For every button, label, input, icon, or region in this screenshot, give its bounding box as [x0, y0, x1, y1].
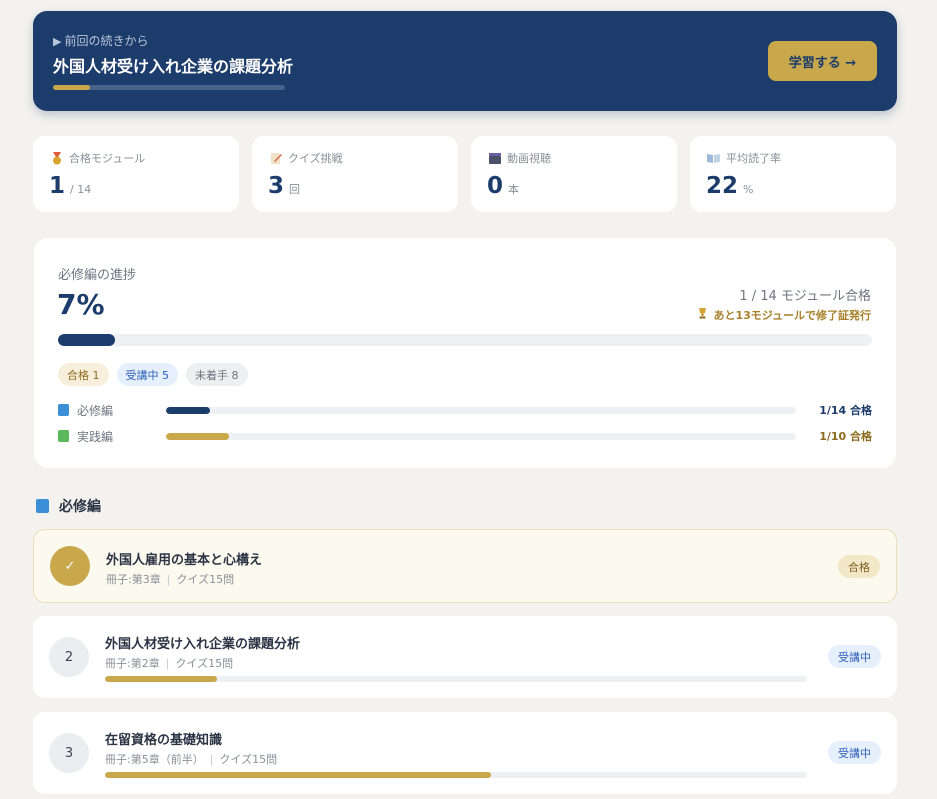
progress-count: 1 / 14 モジュール合格 — [739, 289, 871, 304]
module-chapter: 冊子:第5章（前半） — [105, 753, 204, 766]
book-icon — [707, 152, 720, 165]
resume-title: 外国人材受け入れ企業の課題分析 — [53, 57, 294, 76]
track-practical: 実践編 1/10 合格 — [58, 428, 872, 444]
module-title: 外国人材受け入れ企業の課題分析 — [105, 637, 301, 652]
overall-progress-fill — [58, 334, 115, 346]
medal-icon — [50, 151, 63, 165]
stat-card-videos-watched: 動画視聴 0本 — [471, 136, 677, 212]
track-bar-fill — [166, 406, 211, 414]
blue-book-icon — [36, 499, 49, 513]
required-progress-card: 必修編の進捗 7% 1 / 14 モジュール合格 あと13モジュールで修了証発行… — [34, 238, 896, 468]
stat-card-passed-modules: 合格モジュール 1 / 14 — [33, 136, 239, 212]
stat-value: 3回 — [268, 173, 300, 199]
certificate-note: あと13モジュールで修了証発行 — [697, 307, 871, 323]
resume-label: ▶ 前回の続きから — [53, 32, 148, 49]
meta-separator: | — [209, 753, 214, 766]
module-progress-fill — [105, 676, 218, 682]
status-badge: 合格 — [838, 555, 880, 578]
stat-number: 22 — [706, 173, 739, 199]
resume-label-text: 前回の続きから — [64, 34, 149, 48]
module-chapter: 冊子:第3章 — [106, 573, 161, 586]
blue-book-icon — [58, 404, 69, 416]
module-quiz: クイズ15問 — [219, 753, 278, 766]
resume-progress-bar — [53, 85, 285, 90]
module-meta: 冊子:第3章 | クイズ15問 — [106, 571, 234, 587]
stat-number: 0 — [487, 173, 504, 199]
progress-percent: 7% — [57, 288, 105, 321]
resume-progress-fill — [53, 85, 91, 90]
track-result: 1/14 合格 — [819, 404, 872, 417]
progress-label: 必修編の進捗 — [58, 268, 137, 283]
resume-card: ▶ 前回の続きから 外国人材受け入れ企業の課題分析 学習する → — [33, 11, 897, 111]
module-progress-bar — [105, 676, 807, 682]
module-quiz: クイズ15問 — [175, 657, 234, 670]
stat-value: 22% — [706, 173, 753, 199]
stat-value: 1 / 14 — [49, 173, 91, 199]
chip-not-started[interactable]: 未着手 8 — [186, 363, 248, 386]
track-name: 必修編 — [77, 403, 114, 418]
section-title: 必修編 — [59, 499, 101, 515]
module-progress-fill — [105, 772, 492, 778]
track-bar — [166, 406, 796, 414]
module-title: 在留資格の基礎知識 — [105, 733, 223, 748]
track-name: 実践編 — [77, 429, 114, 444]
section-heading: 必修編 — [36, 496, 101, 516]
status-badge: 受講中 — [828, 645, 881, 668]
meta-separator: | — [165, 657, 170, 670]
module-card[interactable]: 3 在留資格の基礎知識 冊子:第5章（前半） | クイズ15問 受講中 — [33, 712, 897, 794]
track-bar-fill — [166, 432, 229, 440]
check-icon: ✓ — [50, 546, 90, 586]
module-number: 3 — [49, 733, 89, 773]
module-meta: 冊子:第5章（前半） | クイズ15問 — [105, 751, 277, 767]
stat-value: 0本 — [487, 173, 519, 199]
clapper-icon — [488, 152, 501, 165]
status-chips: 合格 1 受講中 5 未着手 8 — [58, 363, 248, 386]
play-icon: ▶ — [53, 35, 62, 48]
stat-label: 動画視聴 — [488, 150, 551, 166]
stat-label: クイズ挑戦 — [269, 150, 343, 166]
stat-label: 合格モジュール — [50, 150, 145, 166]
module-quiz: クイズ15問 — [176, 573, 235, 586]
module-card[interactable]: ✓ 外国人雇用の基本と心構え 冊子:第3章 | クイズ15問 合格 — [33, 529, 897, 603]
module-meta: 冊子:第2章 | クイズ15問 — [105, 655, 233, 671]
stat-unit: / 14 — [70, 183, 92, 196]
stat-label-text: クイズ挑戦 — [288, 152, 343, 165]
track-result: 1/10 合格 — [819, 430, 872, 443]
stat-label-text: 動画視聴 — [507, 152, 551, 165]
stat-unit: % — [743, 183, 754, 196]
stat-unit: 本 — [508, 183, 520, 196]
stat-card-average-read-rate: 平均読了率 22% — [690, 136, 896, 212]
chip-in-progress[interactable]: 受講中 5 — [116, 363, 178, 386]
module-title: 外国人雇用の基本と心構え — [106, 553, 263, 568]
certificate-note-text: あと13モジュールで修了証発行 — [713, 309, 871, 322]
track-bar — [166, 432, 796, 440]
track-required: 必修編 1/14 合格 — [58, 402, 872, 418]
chip-passed[interactable]: 合格 1 — [58, 363, 109, 386]
green-book-icon — [58, 430, 69, 442]
stat-number: 3 — [268, 173, 285, 199]
meta-separator: | — [166, 573, 171, 586]
stat-unit: 回 — [289, 183, 301, 196]
trophy-icon — [697, 308, 708, 322]
stat-number: 1 — [49, 173, 66, 199]
module-chapter: 冊子:第2章 — [105, 657, 160, 670]
stat-label-text: 平均読了率 — [726, 152, 781, 165]
stat-label-text: 合格モジュール — [69, 152, 146, 165]
module-number: 2 — [49, 637, 89, 677]
study-button[interactable]: 学習する → — [768, 41, 877, 81]
memo-icon — [269, 152, 282, 165]
module-progress-bar — [105, 772, 807, 778]
stat-label: 平均読了率 — [707, 150, 781, 166]
module-card[interactable]: 2 外国人材受け入れ企業の課題分析 冊子:第2章 | クイズ15問 受講中 — [33, 616, 897, 698]
overall-progress-bar — [58, 334, 872, 346]
stat-card-quiz-attempts: クイズ挑戦 3回 — [252, 136, 458, 212]
status-badge: 受講中 — [828, 741, 881, 764]
